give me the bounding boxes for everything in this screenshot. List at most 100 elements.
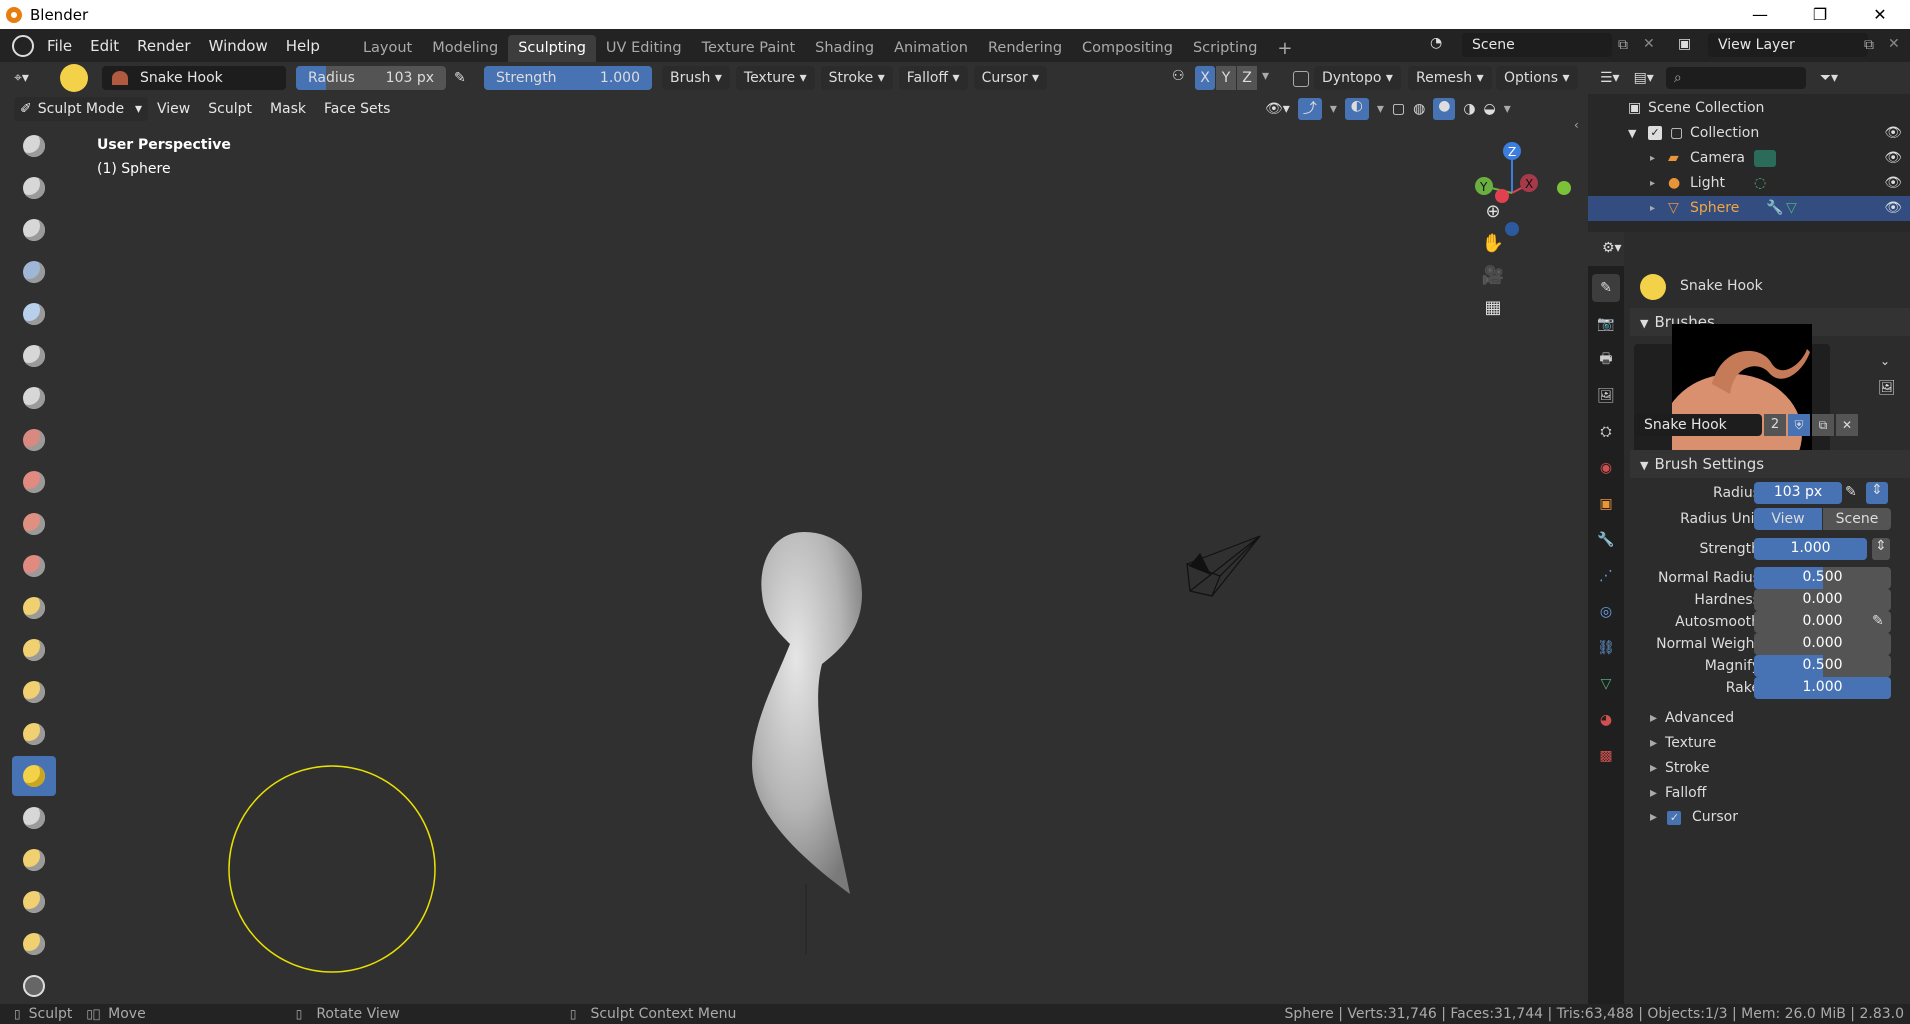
- world-tab-icon[interactable]: ◉: [1592, 454, 1620, 482]
- xray-toggle-icon[interactable]: ▢: [1392, 101, 1405, 117]
- view-layer-icon[interactable]: ▣: [1678, 36, 1691, 52]
- tool-snake-hook[interactable]: [12, 756, 56, 796]
- overlays-toggle-icon[interactable]: ◐: [1344, 98, 1369, 120]
- tool-layer[interactable]: [12, 336, 56, 376]
- texture-dropdown[interactable]: Texture ▾: [735, 66, 815, 90]
- brush-users-count[interactable]: 2: [1764, 414, 1786, 436]
- tool-multiplane-scrape[interactable]: [12, 672, 56, 712]
- pressure-icon[interactable]: ✎: [1845, 484, 1857, 500]
- menu-view[interactable]: View: [148, 101, 199, 117]
- brush-list-dropdown-icon[interactable]: ⌄: [1880, 354, 1890, 368]
- axis-options-icon[interactable]: ▾: [1262, 68, 1269, 84]
- stroke-dropdown[interactable]: Stroke ▾: [820, 66, 893, 90]
- expand-arrow-icon[interactable]: ▼: [1628, 121, 1636, 146]
- collection-row[interactable]: ▼ ✓ ▢ Collection 👁: [1588, 121, 1910, 146]
- brush-datablock-name[interactable]: Snake Hook: [1634, 414, 1762, 436]
- tab-scripting[interactable]: Scripting: [1183, 35, 1267, 62]
- view-layer-tab-icon[interactable]: 🖼: [1592, 382, 1620, 410]
- rendered-shading-icon[interactable]: ◒: [1484, 101, 1496, 117]
- light-data-icon[interactable]: ◌: [1754, 171, 1766, 196]
- brush-dropdown[interactable]: Brush ▾: [662, 66, 730, 90]
- minimize-button[interactable]: —: [1730, 0, 1790, 29]
- menu-face-sets[interactable]: Face Sets: [315, 101, 399, 117]
- tool-fill[interactable]: [12, 588, 56, 628]
- subpanel-falloff[interactable]: Falloff: [1650, 785, 1706, 801]
- menu-window[interactable]: Window: [200, 37, 277, 55]
- tab-modeling[interactable]: Modeling: [422, 35, 508, 62]
- tool-inflate[interactable]: [12, 378, 56, 418]
- radius-unit-view-button[interactable]: View: [1754, 508, 1822, 530]
- camera-view-icon[interactable]: 🎥: [1478, 260, 1508, 290]
- subpanel-texture[interactable]: Texture: [1650, 735, 1716, 751]
- object-tab-icon[interactable]: ▣: [1592, 490, 1620, 518]
- prop-slider[interactable]: 0.000: [1754, 589, 1891, 611]
- strength-slider[interactable]: Strength 1.000: [484, 66, 652, 90]
- eye-icon[interactable]: 👁: [1884, 196, 1902, 221]
- collection-checkbox[interactable]: ✓: [1648, 126, 1662, 140]
- filter-icon[interactable]: ⏷▾: [1820, 70, 1838, 86]
- eye-icon[interactable]: 👁: [1884, 121, 1902, 146]
- prop-slider[interactable]: 1.000: [1754, 538, 1867, 560]
- unlink-brush-icon[interactable]: ✕: [1836, 414, 1858, 436]
- tool-pinch[interactable]: [12, 714, 56, 754]
- menu-edit[interactable]: Edit: [81, 37, 128, 55]
- tool-pose[interactable]: [12, 840, 56, 880]
- outliner-item-light[interactable]: ▸ ● Light ◌ 👁: [1588, 171, 1910, 196]
- radius-pressure-icon[interactable]: ✎: [454, 70, 474, 86]
- tool-rotate[interactable]: [12, 924, 56, 964]
- sidebar-toggle-icon[interactable]: ‹: [1574, 118, 1579, 132]
- delete-view-layer-icon[interactable]: ✕: [1888, 36, 1900, 52]
- tab-rendering[interactable]: Rendering: [978, 35, 1072, 62]
- radius-slider[interactable]: Radius 103 px: [296, 66, 446, 90]
- axis-y-toggle[interactable]: Y: [1216, 66, 1236, 90]
- tool-mask[interactable]: [12, 966, 56, 1006]
- modifier-wrench-icon[interactable]: 🔧: [1766, 196, 1783, 221]
- prop-slider[interactable]: 0.000: [1754, 611, 1891, 633]
- tool-clay-strips[interactable]: [12, 252, 56, 292]
- outliner-search-input[interactable]: ⌕: [1665, 67, 1806, 89]
- add-workspace-button[interactable]: +: [1267, 35, 1302, 62]
- outliner-item-camera[interactable]: ▸ ▰ Camera 👁: [1588, 146, 1910, 171]
- mesh-data-icon[interactable]: ▽: [1786, 196, 1797, 221]
- tool-draw-sharp[interactable]: [12, 168, 56, 208]
- brush-name-field[interactable]: Snake Hook: [102, 66, 286, 90]
- new-view-layer-icon[interactable]: ⧉: [1864, 37, 1874, 53]
- tool-scrape[interactable]: [12, 630, 56, 670]
- cursor-checkbox[interactable]: ✓: [1667, 811, 1682, 825]
- tool-tab-icon[interactable]: ✎: [1592, 274, 1620, 302]
- radius-unit-scene-button[interactable]: Scene: [1823, 508, 1891, 530]
- brush-image-icon[interactable]: 🖼: [1878, 380, 1896, 396]
- outliner-editor-icon[interactable]: ☰▾: [1600, 70, 1620, 86]
- solid-shading-icon[interactable]: ●: [1433, 98, 1456, 120]
- strength-lock-icon[interactable]: ⇕: [1872, 538, 1890, 560]
- fake-user-shield-icon[interactable]: ⛨: [1788, 414, 1810, 436]
- tab-sculpting[interactable]: Sculpting: [508, 35, 596, 62]
- tool-draw[interactable]: [12, 126, 56, 166]
- tab-layout[interactable]: Layout: [353, 35, 422, 62]
- tool-thumb[interactable]: [12, 798, 56, 838]
- blender-menu-icon[interactable]: [12, 34, 34, 57]
- eye-icon[interactable]: 👁: [1884, 146, 1902, 171]
- tab-texture-paint[interactable]: Texture Paint: [692, 35, 806, 62]
- new-scene-icon[interactable]: ⧉: [1618, 37, 1628, 53]
- tool-smooth[interactable]: [12, 504, 56, 544]
- tab-uv-editing[interactable]: UV Editing: [596, 35, 692, 62]
- camera-object[interactable]: [1186, 535, 1261, 597]
- 3d-viewport[interactable]: User Perspective (1) Sphere Z Y X ⊕ ✋ 🎥 …: [62, 118, 1588, 1004]
- constraints-tab-icon[interactable]: ⛓: [1592, 634, 1620, 662]
- delete-scene-icon[interactable]: ✕: [1643, 36, 1655, 52]
- brush-settings-panel-header[interactable]: ▼ Brush Settings: [1630, 450, 1910, 478]
- subpanel-advanced[interactable]: Advanced: [1650, 710, 1734, 726]
- ortho-grid-icon[interactable]: ▦: [1478, 292, 1508, 322]
- gizmo-options-icon[interactable]: ▾: [1330, 101, 1337, 117]
- menu-render[interactable]: Render: [128, 37, 199, 55]
- remesh-dropdown[interactable]: Remesh ▾: [1408, 66, 1492, 90]
- tool-clay[interactable]: [12, 210, 56, 250]
- tab-compositing[interactable]: Compositing: [1072, 35, 1183, 62]
- subpanel-stroke[interactable]: Stroke: [1650, 760, 1710, 776]
- cursor-dropdown[interactable]: Cursor ▾: [973, 66, 1048, 90]
- tab-animation[interactable]: Animation: [884, 35, 978, 62]
- tool-clay-thumb[interactable]: [12, 294, 56, 334]
- symmetry-icon[interactable]: ⚇: [1172, 68, 1185, 84]
- particles-tab-icon[interactable]: ⋰: [1592, 562, 1620, 590]
